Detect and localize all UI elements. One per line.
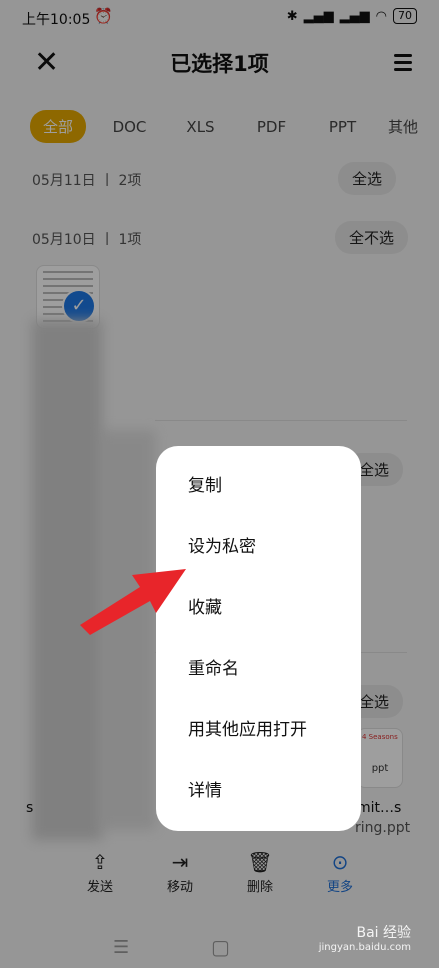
context-menu: 复制 设为私密 收藏 重命名 用其他应用打开 详情	[156, 446, 361, 831]
watermark-brand: Bai 经验	[356, 925, 411, 941]
menu-item-open-with[interactable]: 用其他应用打开	[156, 712, 361, 773]
annotation-arrow-icon	[80, 569, 186, 635]
watermark-url: jingyan.baidu.com	[318, 942, 411, 953]
baidu-watermark: Bai 经验 jingyan.baidu.com	[319, 922, 411, 953]
menu-item-copy[interactable]: 复制	[156, 468, 361, 529]
menu-item-rename[interactable]: 重命名	[156, 651, 361, 712]
menu-item-details[interactable]: 详情	[156, 773, 361, 834]
